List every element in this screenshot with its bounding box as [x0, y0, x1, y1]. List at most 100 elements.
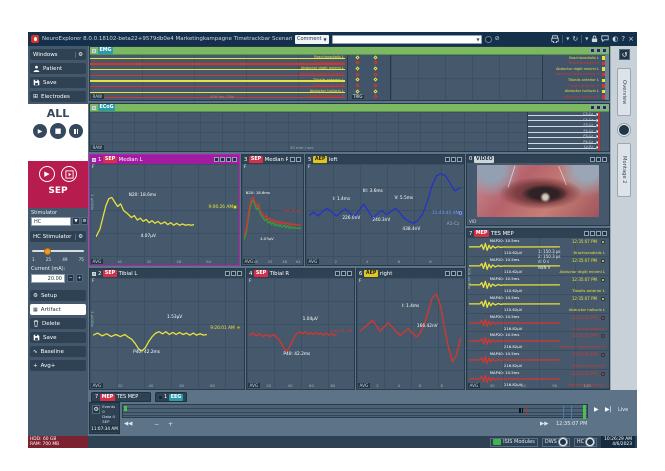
stim-marker-diamond[interactable] [355, 55, 359, 59]
maximize-button[interactable] [237, 271, 242, 276]
mep-marker-dot[interactable] [601, 278, 605, 282]
timeline-start-marker[interactable] [124, 406, 127, 411]
maximize-button[interactable] [296, 157, 301, 162]
play-all-button[interactable]: ▶ [33, 124, 47, 138]
maximize-button[interactable] [602, 231, 607, 236]
no-entry-icon[interactable]: ⊘ [495, 36, 500, 42]
setup-button[interactable]: ⚙Setup [30, 290, 86, 301]
patient-button[interactable]: Patient [30, 63, 86, 74]
tab-montage-2[interactable]: Montage 2 [617, 143, 631, 197]
popout-button[interactable] [335, 271, 340, 276]
gear-icon[interactable]: ⚙ [75, 234, 83, 240]
snapshot-timestamp[interactable]: 11:07:34 AM [91, 425, 118, 432]
print-icon[interactable] [551, 35, 559, 43]
baseline-button[interactable]: ∿Baseline [30, 346, 86, 357]
minimize-button[interactable] [451, 271, 456, 276]
zoom-in-button[interactable]: + [168, 421, 173, 428]
stim-marker-diamond[interactable] [355, 83, 359, 87]
maximize-button[interactable] [457, 271, 462, 276]
hc-control[interactable]: HC [574, 438, 597, 447]
settings-button[interactable] [220, 157, 225, 162]
stim-marker-diamond[interactable] [355, 61, 359, 65]
minimize-button[interactable] [226, 157, 231, 162]
trace-marker-dot[interactable] [233, 205, 237, 209]
minimize-button[interactable] [231, 271, 236, 276]
close-icon[interactable]: × [628, 36, 634, 43]
stim-marker-diamond[interactable] [373, 61, 377, 65]
minimize-button[interactable] [596, 231, 601, 236]
settings-button[interactable] [590, 231, 595, 236]
electrodes-button[interactable]: ⊞Electrodes [30, 91, 86, 102]
ecog-panel-header[interactable]: ECoG [90, 104, 609, 112]
fast-forward-button[interactable]: ▶▶ [540, 421, 548, 427]
decrement-button[interactable]: − [67, 274, 74, 282]
dws-knob[interactable] [559, 438, 567, 446]
maximize-button[interactable] [457, 157, 462, 162]
stim-marker-diamond[interactable] [355, 89, 359, 93]
emg-scrollbar[interactable] [605, 55, 609, 100]
sep-single-button[interactable] [61, 166, 77, 182]
hc-knob[interactable] [586, 438, 594, 446]
maximize-button[interactable] [602, 157, 607, 162]
windows-button[interactable]: Windows⚙ [30, 49, 86, 60]
maximize-button[interactable] [347, 271, 352, 276]
sep-play-button[interactable]: ▶ [39, 166, 55, 182]
popout-button[interactable] [445, 157, 450, 162]
stim-marker-diamond[interactable] [355, 78, 359, 82]
zoom-out-button[interactable]: − [154, 421, 159, 428]
gear-icon[interactable]: ⚙ [81, 217, 88, 225]
isis-modules-status[interactable]: ISIS Modules [490, 438, 538, 447]
stim-marker-diamond[interactable] [373, 72, 377, 76]
mep-marker-dot[interactable] [601, 372, 605, 376]
popout-button[interactable] [590, 157, 595, 162]
save-button[interactable]: Save [30, 77, 86, 88]
minimize-button[interactable] [451, 157, 456, 162]
aep-left-header[interactable]: 5 AEP left [306, 155, 464, 164]
video-panel-header[interactable]: 0 VIDEO [467, 155, 609, 163]
stim-marker-diamond[interactable] [355, 72, 359, 76]
comment-input[interactable]: ▼ [332, 35, 482, 44]
stim-marker-diamond[interactable] [373, 89, 377, 93]
current-input[interactable]: 20.00 [31, 274, 65, 283]
maximize-button[interactable] [232, 157, 237, 162]
minimize-button[interactable] [341, 271, 346, 276]
chevron-down-icon[interactable]: ▼ [72, 217, 80, 225]
undo-button[interactable]: ↺ [619, 49, 630, 60]
chat-icon[interactable] [601, 35, 609, 43]
gear-icon[interactable]: ⚙ [75, 52, 83, 58]
contrast-icon[interactable]: ◐ [612, 36, 618, 43]
increment-button[interactable]: + [76, 274, 83, 282]
popout-button[interactable] [584, 231, 589, 236]
stim-marker-diamond[interactable] [355, 66, 359, 70]
slider-handle[interactable] [44, 248, 51, 255]
popout-button[interactable] [590, 48, 595, 53]
save-trace-button[interactable]: Save [30, 332, 86, 343]
aep-right-header[interactable]: 6 AEP right [357, 269, 464, 278]
sep-tibial-r-header[interactable]: 4 SEP Tibial R [247, 269, 354, 278]
hc-stimulator-button[interactable]: HC Stimulator⚙ [30, 231, 86, 242]
mep-panel-header[interactable]: 7 MEP TES MEP [467, 229, 609, 238]
chevron-down-icon[interactable]: ▼ [585, 37, 588, 41]
pause-event-marker[interactable] [519, 408, 523, 413]
tab-tes-mep[interactable]: 7MEPTES MEP [91, 392, 151, 402]
lock-icon[interactable] [591, 35, 598, 43]
rewind-button[interactable]: ◀◀ [124, 421, 132, 427]
trace-marker-dot[interactable] [459, 211, 463, 215]
emg-panel-header[interactable]: EMG [90, 47, 609, 55]
avg-button[interactable]: +Avg+ [30, 360, 86, 371]
sep-tibial-l-header[interactable]: 2 SEP Tibial L [90, 269, 244, 278]
popout-button[interactable] [590, 105, 595, 110]
mep-marker-dot[interactable] [601, 353, 605, 357]
skip-to-end-button[interactable]: ▶| [605, 406, 612, 413]
timeline-track[interactable] [122, 404, 588, 418]
rotary-knob[interactable] [618, 124, 630, 136]
sep-median-l-header[interactable]: 1 SEP Median L [90, 155, 239, 164]
mep-marker-dot[interactable] [601, 316, 605, 320]
stim-marker-diamond[interactable] [373, 78, 377, 82]
stimulator-select[interactable]: HC [31, 217, 71, 226]
mep-marker-dot[interactable] [601, 334, 605, 338]
play-button[interactable]: ▶ [594, 406, 599, 413]
minimize-button[interactable] [290, 157, 295, 162]
help-icon[interactable]: ? [621, 36, 625, 43]
current-slider[interactable] [32, 250, 84, 252]
